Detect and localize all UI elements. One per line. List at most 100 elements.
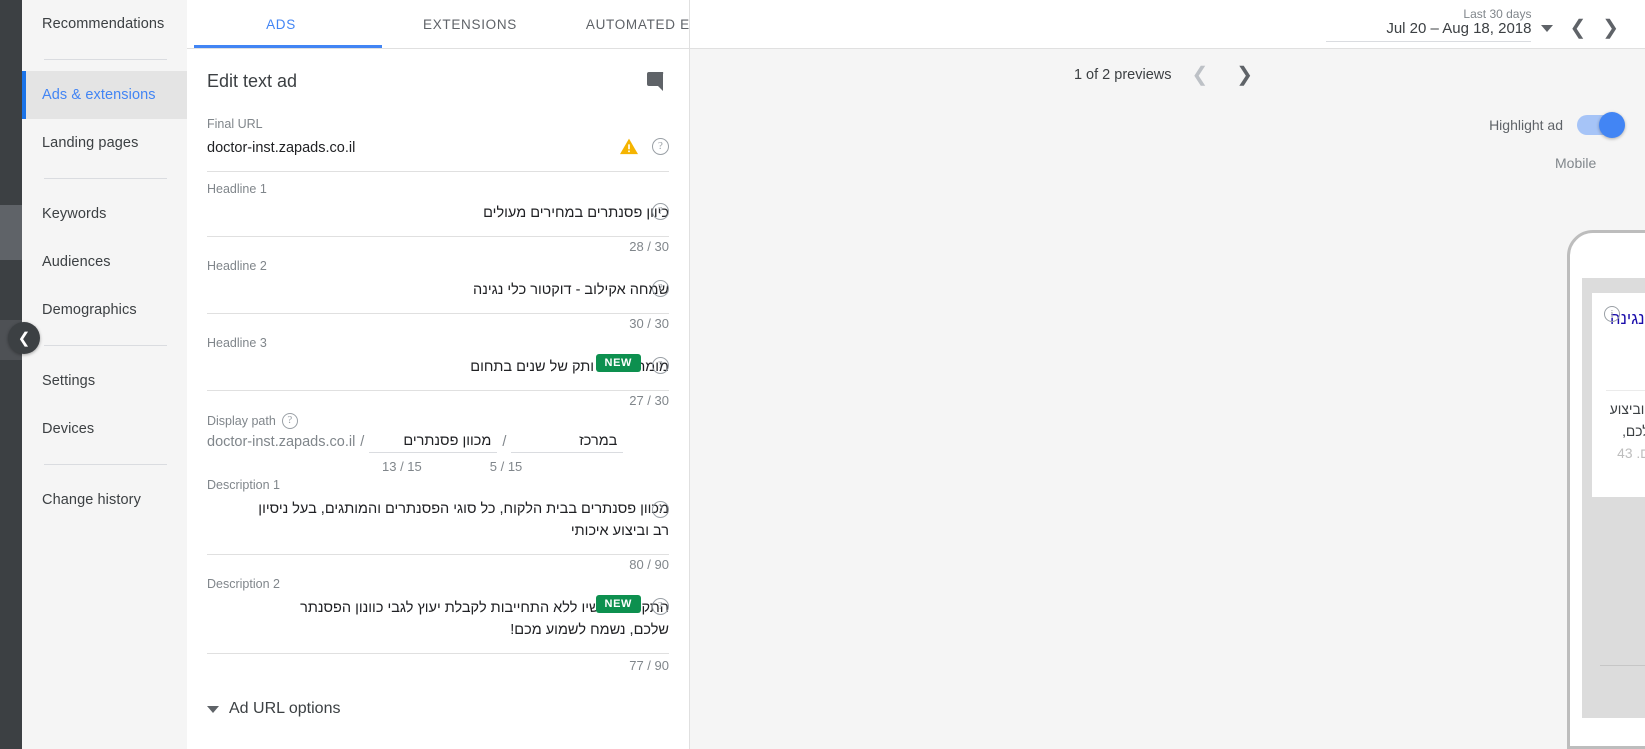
sidebar-item-label: Ads & extensions [42,87,156,103]
headline-1-value[interactable]: כיוון פסנתרים במחירים מעולים [207,198,669,226]
sidebar-item-label: Keywords [42,206,107,222]
feedback-icon[interactable] [643,69,667,93]
highlight-ad-label: Highlight ad [1489,117,1563,133]
headline-2-label: Headline 2 [207,259,267,273]
sidebar-item-devices[interactable]: Devices [22,405,187,453]
google-ads-app: Recommendations Ads & extensions Landing… [0,0,1645,749]
chevron-down-icon[interactable] [1541,25,1554,32]
help-icon[interactable]: ? [652,203,669,220]
description-2-counter: 77 / 90 [629,658,669,673]
display-path-base: doctor-inst.zapads.co.il [207,434,356,450]
display-path-segment-2[interactable]: במרכז [511,433,624,453]
tab-ads[interactable]: ADS [187,0,375,49]
field-final-url[interactable]: Final URL doctor-inst.zapads.co.il ? [207,107,669,172]
field-headline-2[interactable]: 28 / 30 Headline 2 שמחה אקילוב - דוקטור … [207,237,669,314]
field-description-2[interactable]: 80 / 90 Description 2 התקשרו עכשיו ללא ה… [207,555,669,654]
edit-panel-header: Edit text ad [187,49,689,107]
date-next-button[interactable]: ❯ [1594,18,1627,42]
tab-extensions[interactable]: EXTENSIONS [375,0,565,49]
final-url-value[interactable]: doctor-inst.zapads.co.il [207,133,669,161]
preview-prev-button[interactable]: ❮ [1184,65,1217,85]
preview-nav-header: 1 of 2 previews ❮ ❯ [690,49,1645,101]
ad-preview-url-row: doctor-inst.zapads.co.il/במרכז/מכוון_פסנ… [1606,363,1645,380]
help-icon[interactable]: ? [652,357,669,374]
help-icon[interactable]: ? [652,280,669,297]
chevron-down-icon [207,705,219,713]
ad-preview-card: i כיוון פסנתרים במחירים מעולים | שמחה אק… [1592,293,1645,497]
display-path-label: Display path ? [207,397,669,431]
description-1-value[interactable]: מכוון פסנתרים בבית הלקוח, כל סוגי הפסנתר… [207,494,669,544]
sidebar-item-label: Recommendations [42,16,165,32]
display-path-label-text: Display path [207,414,276,428]
date-range-value: Jul 20 – Aug 18, 2018 [1326,20,1532,42]
page-title: Edit text ad [207,70,298,91]
help-icon[interactable]: ? [652,138,669,155]
display-path-row: doctor-inst.zapads.co.il / מכוון פסנתרים… [207,431,669,453]
status-badge-new: NEW [595,595,641,613]
sidebar-divider-1 [44,59,167,60]
headline-3-counter: 27 / 30 [629,393,669,408]
sitelink-item[interactable]: מי אנחנו [1604,549,1645,585]
ad-preview-pane: Last 30 days Jul 20 – Aug 18, 2018 ❮ ❯ 1… [690,0,1645,749]
toggle-knob [1599,112,1625,138]
help-icon[interactable]: ? [652,598,669,615]
help-icon[interactable]: ? [281,413,298,429]
sitelink-item[interactable]: צור קשר [1604,513,1645,549]
help-icon[interactable]: ? [652,501,669,518]
field-description-1[interactable]: Description 1 מכוון פסנתרים בבית הלקוח, … [207,468,669,555]
highlight-ad-toggle[interactable] [1577,112,1625,138]
sidebar-item-audiences[interactable]: Audiences [22,238,187,286]
tab-bar: ADS EXTENSIONS AUTOMATED EXTENSIONS [187,0,689,49]
headline-1-label: Headline 1 [207,182,267,196]
sidebar-item-label: Landing pages [42,135,139,151]
sidebar-item-keywords[interactable]: Keywords [22,190,187,238]
date-range-preset: Last 30 days [1463,7,1532,21]
ad-url-options-expander[interactable]: Ad URL options [207,674,669,718]
highlight-ad-row: Highlight ad [690,101,1645,138]
tab-label: EXTENSIONS [422,16,518,32]
device-label: Mobile [1555,155,1597,171]
date-prev-button[interactable]: ❮ [1561,18,1594,42]
ad-form: Final URL doctor-inst.zapads.co.il ? Hea… [187,107,689,718]
sidebar-item-demographics[interactable]: Demographics [22,286,187,334]
warning-triangle-icon[interactable] [619,137,639,155]
field-headline-1[interactable]: Headline 1 כיוון פסנתרים במחירים מעולים … [207,172,669,237]
sidebar-item-settings[interactable]: Settings [22,357,187,405]
status-badge-new: NEW [595,354,641,372]
display-path-segment-1[interactable]: מכוון פסנתרים [369,433,498,453]
headline-2-counter: 30 / 30 [629,316,669,331]
call-extension[interactable]: Call 073-7029492 [1606,666,1645,697]
sitelink-item[interactable]: גלריית תמונות [1604,621,1645,657]
rail-block-1 [0,205,22,260]
sidebar-item-label: Demographics [42,302,137,318]
info-icon[interactable]: i [1604,306,1620,322]
description-2-counter-row: 77 / 90 [207,654,669,674]
tab-label: ADS [266,16,296,32]
sidebar-divider-2 [44,178,167,179]
sitelinks-list: צור קשר מי אנחנו דף הבית גלריית תמונות [1582,497,1645,657]
sidebar-item-change-history[interactable]: Change history [22,476,187,524]
final-url-label: Final URL [207,117,263,131]
preview-next-button[interactable]: ❯ [1228,65,1261,85]
date-range-picker[interactable]: Last 30 days Jul 20 – Aug 18, 2018 [1326,7,1561,42]
chevron-left-icon[interactable]: ❮ [8,322,40,354]
sidebar-item-landing-pages[interactable]: Landing pages [22,119,187,167]
sidebar-item-label: Change history [42,492,141,508]
sidebar: Recommendations Ads & extensions Landing… [22,0,187,749]
headline-3-label: Headline 3 [207,336,267,350]
headline-2-value[interactable]: שמחה אקילוב - דוקטור כלי נגינה [207,275,669,303]
sidebar-divider-3 [44,345,167,346]
ad-description-overflow: בית מלאכה לתיקונים במקום. שימוש בחלקים מ… [1617,446,1645,461]
preview-topbar: Last 30 days Jul 20 – Aug 18, 2018 ❮ ❯ [690,0,1645,49]
tab-automated-extensions[interactable]: AUTOMATED EXTENSIONS [565,0,689,49]
headline-1-counter: 28 / 30 [629,239,669,254]
ad-preview-description: מכוון פסנתרים בבית הלקוח, כל סוגי הפסנתר… [1606,399,1645,487]
sidebar-item-label: Audiences [42,254,111,270]
sidebar-item-ads-extensions[interactable]: Ads & extensions [22,71,187,119]
sitelink-item[interactable]: דף הבית [1604,585,1645,621]
edit-ad-panel: ADS EXTENSIONS AUTOMATED EXTENSIONS Edit… [187,0,690,749]
sidebar-item-label: Settings [42,373,96,389]
field-headline-3[interactable]: 30 / 30 Headline 3 מומחה בעל ותק של שנים… [207,314,669,391]
sidebar-item-recommendations[interactable]: Recommendations [22,0,187,48]
ad-url-options-label: Ad URL options [229,700,341,717]
